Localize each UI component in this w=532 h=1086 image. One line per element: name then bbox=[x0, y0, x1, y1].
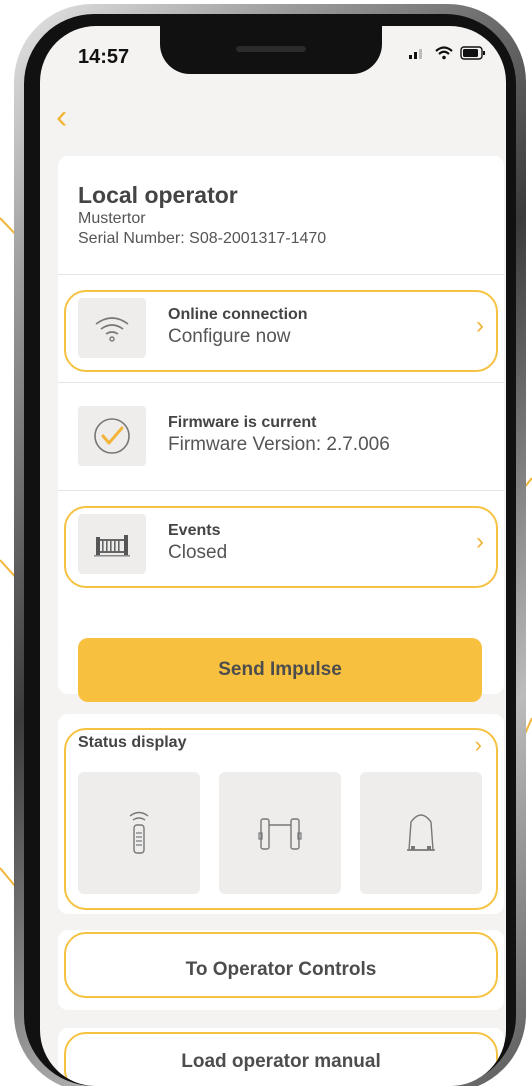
send-impulse-button[interactable]: Send Impulse bbox=[78, 638, 482, 702]
serial-number: Serial Number: S08-2001317-1470 bbox=[78, 230, 327, 247]
status-time: 14:57 bbox=[78, 46, 130, 68]
divider bbox=[58, 382, 504, 383]
events-highlight bbox=[64, 506, 498, 588]
load-manual-highlight bbox=[64, 1032, 498, 1086]
operator-controls-card: To Operator Controls bbox=[58, 930, 504, 1010]
firmware-row: Firmware is current Firmware Version: 2.… bbox=[58, 386, 504, 486]
firmware-title: Firmware is current bbox=[168, 414, 317, 431]
online-connection-highlight bbox=[64, 290, 498, 372]
operator-card: Local operator Mustertor Serial Number: … bbox=[58, 156, 504, 702]
speaker-grille bbox=[236, 46, 306, 52]
status-icons bbox=[408, 46, 486, 60]
battery-icon bbox=[460, 46, 485, 60]
chevron-left-icon: ‹ bbox=[56, 98, 68, 136]
status-display-card[interactable]: Status display › bbox=[58, 714, 504, 914]
divider bbox=[58, 274, 504, 275]
back-button[interactable]: ‹ bbox=[56, 100, 67, 134]
notch bbox=[160, 26, 382, 74]
stage: 14:57 ‹ Local operator Mustertor Serial … bbox=[0, 0, 532, 1086]
checkmark-icon-box bbox=[78, 406, 146, 466]
divider bbox=[58, 490, 504, 491]
checkmark-circle-icon bbox=[94, 418, 130, 454]
operator-title: Local operator bbox=[78, 182, 238, 208]
phone-screen: 14:57 ‹ Local operator Mustertor Serial … bbox=[40, 26, 506, 1086]
firmware-subtitle: Firmware Version: 2.7.006 bbox=[168, 434, 390, 455]
operator-manual-card: Load operator manual bbox=[58, 1028, 504, 1086]
status-display-highlight bbox=[64, 728, 498, 910]
wifi-status-icon bbox=[435, 46, 453, 60]
operator-controls-highlight bbox=[64, 932, 498, 998]
operator-name: Mustertor bbox=[78, 210, 146, 227]
signal-icon bbox=[409, 49, 422, 59]
